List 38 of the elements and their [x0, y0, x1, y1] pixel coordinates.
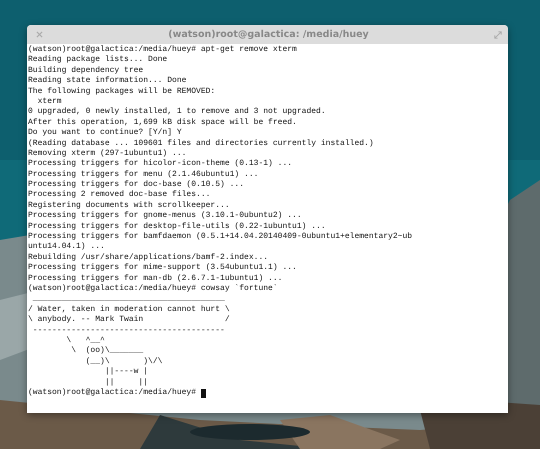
terminal-line: Reading state information... Done [28, 76, 188, 87]
terminal-line: \ (oo)\_______ [70, 346, 144, 357]
terminal-line: ________________________________________ [32, 294, 226, 305]
terminal-line: Processing triggers for man-db (2.6.7.1-1ubuntu1) ... [28, 274, 284, 284]
terminal-line: Processing triggers for gnome-menus (3.10.1-0ubuntu2) ... [28, 211, 303, 222]
terminal-line: The following packages will be REMOVED: [28, 86, 216, 97]
maximize-icon[interactable] [494, 30, 502, 38]
terminal-line: Processing triggers for hicolor-icon-theme (0.13-1) ... [28, 159, 294, 170]
terminal-line: Processing triggers for menu (2.1.46ubuntu1) ... [28, 170, 260, 180]
terminal-line: Processing triggers for desktop-file-utils (0.22-1ubuntu1) ... [28, 222, 327, 232]
terminal-line: untu14.04.1) ... [28, 242, 106, 253]
terminal-line: / Water, taken in moderation cannot hurt \ [28, 304, 231, 315]
terminal-line: Do you want to continue? [Y/n] Y [28, 128, 183, 139]
terminal-line: Processing 2 removed doc-base files... [28, 190, 212, 201]
terminal-line: Processing triggers for bamfdaemon (0.5.1+14.04.20140409-0ubuntu1+elementary2~ub [28, 232, 414, 242]
terminal-line: Building dependency tree [28, 66, 144, 76]
terminal-line: Registering documents with scrollkeeper... [28, 200, 231, 211]
terminal-line: Rebuilding /usr/share/applications/bamf-2.index... [28, 252, 270, 263]
terminal-line: xterm [36, 96, 63, 107]
terminal-prompt: (watson)root@galactica:/media/huey# [28, 388, 196, 398]
terminal-line: After this operation, 1,699 kB disk space will be freed. [28, 118, 298, 128]
terminal-line: 0 upgraded, 0 newly installed, 1 to remove and 3 not upgraded. [28, 107, 327, 118]
close-icon[interactable] [36, 31, 43, 38]
terminal-line: Removing xterm (297-1ubuntu1) ... [28, 148, 188, 159]
terminal-line: Processing triggers for doc-base (0.10.5) ... [28, 180, 246, 190]
terminal-line: \ anybody. -- Mark Twain / [28, 315, 231, 326]
terminal-line: (watson)root@galactica:/media/huey# cowsay `fortune` [28, 284, 279, 294]
terminal-line: || || [104, 378, 150, 388]
terminal-line: ||----w | [104, 367, 150, 378]
terminal-line: (watson)root@galactica:/media/huey# apt-get remove xterm [28, 45, 298, 55]
terminal-line: (Reading database ... 109601 files and directories currently installed.) [28, 138, 375, 149]
terminal-line: ---------------------------------------- [32, 326, 226, 336]
terminal-line: Processing triggers for mime-support (3.54ubuntu1.1) ... [28, 263, 298, 274]
window-title: (watson)root@galactica: /media/huey [167, 29, 370, 40]
terminal-line: (__)\ )\/\ [84, 356, 164, 367]
text-cursor [200, 388, 206, 398]
terminal-line: Reading package lists... Done [28, 55, 168, 66]
terminal-line: \ ^__^ [65, 336, 106, 346]
